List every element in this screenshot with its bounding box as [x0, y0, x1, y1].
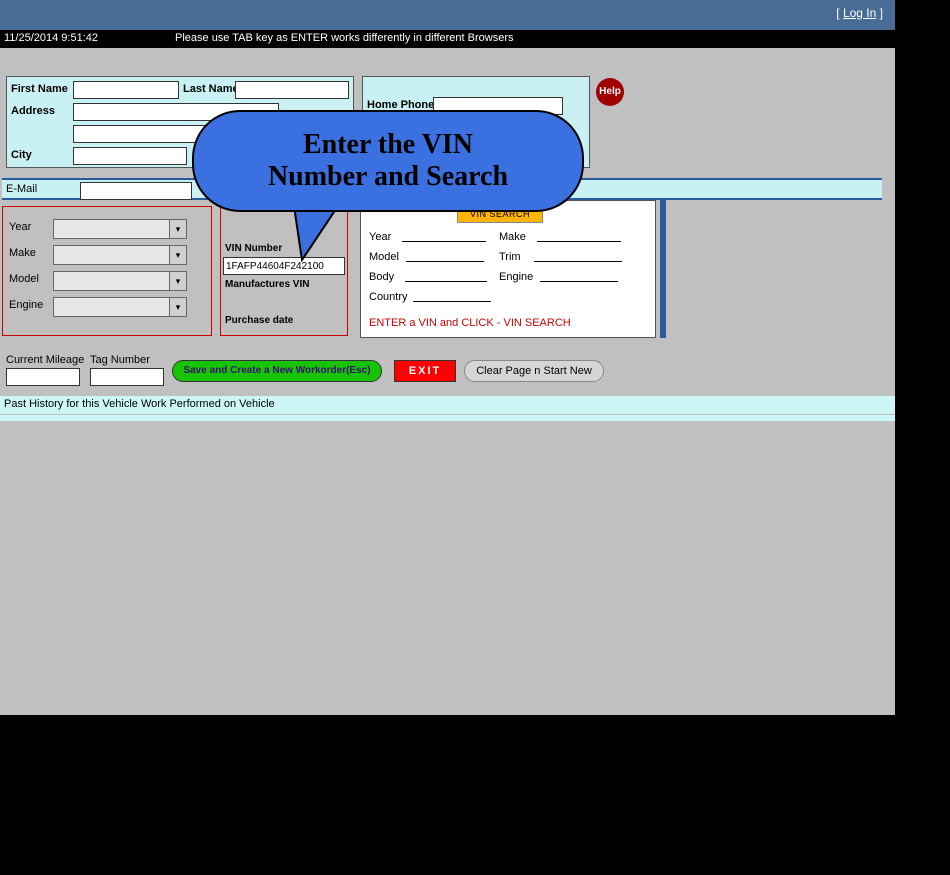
clear-page-button[interactable]: Clear Page n Start New [464, 360, 604, 382]
vin-number-label: VIN Number [225, 243, 282, 254]
first-name-input[interactable] [73, 81, 179, 99]
result-engine-label: Engine [499, 271, 533, 283]
current-mileage-label: Current Mileage [6, 354, 84, 366]
customer-panel: First Name Last Name Address City [6, 76, 354, 168]
vehicle-history-header: Past History for this Vehicle Work Perfo… [0, 396, 895, 414]
vin-search-button[interactable]: VIN SEARCH [457, 205, 543, 223]
phone-panel: Home Phone [362, 76, 590, 168]
home-phone-input[interactable] [433, 97, 563, 115]
email-label: E-Mail [6, 183, 37, 195]
vin-results-panel: VIN SEARCH Year Make Model Trim Body [360, 200, 656, 338]
purchase-date-label: Purchase date [225, 315, 293, 326]
login-link[interactable]: Log In [843, 6, 876, 20]
address1-input[interactable] [73, 103, 279, 121]
city-label: City [11, 149, 32, 161]
result-model-label: Model [369, 251, 399, 263]
vin-panel: VIN Number Manufactures VIN Purchase dat… [220, 206, 348, 336]
last-name-input[interactable] [235, 81, 349, 99]
exit-button[interactable]: EXIT [394, 360, 456, 382]
engine-label: Engine [9, 299, 43, 311]
result-country-label: Country [369, 291, 408, 303]
status-bar: 11/25/2014 9:51:42 Please use TAB key as… [0, 30, 895, 48]
status-timestamp: 11/25/2014 9:51:42 [4, 32, 98, 44]
engine-select[interactable]: ▾ [53, 297, 187, 317]
tag-number-input[interactable] [90, 368, 164, 386]
year-select[interactable]: ▾ [53, 219, 187, 239]
email-input[interactable] [80, 182, 192, 200]
help-button[interactable]: Help [596, 78, 624, 106]
address2-input[interactable] [73, 125, 279, 143]
model-select[interactable]: ▾ [53, 271, 187, 291]
chevron-down-icon[interactable]: ▾ [169, 297, 187, 317]
home-phone-label: Home Phone [367, 99, 434, 111]
current-mileage-input[interactable] [6, 368, 80, 386]
tag-number-label: Tag Number [90, 354, 150, 366]
chevron-down-icon[interactable]: ▾ [169, 245, 187, 265]
model-label: Model [9, 273, 39, 285]
vehicle-panel: Year ▾ Make ▾ Model ▾ Engine ▾ [2, 206, 212, 336]
result-make-label: Make [499, 231, 526, 243]
email-row: E-Mail [2, 178, 882, 200]
vin-search-hint: ENTER a VIN and CLICK - VIN SEARCH [369, 317, 571, 329]
first-name-label: First Name [11, 83, 68, 95]
city-input[interactable] [73, 147, 187, 165]
topbar: [ Log In ] [0, 0, 895, 30]
chevron-down-icon[interactable]: ▾ [169, 219, 187, 239]
save-workorder-button[interactable]: Save and Create a New Workorder(Esc) [172, 360, 382, 382]
app-window: [ Log In ] 11/25/2014 9:51:42 Please use… [0, 0, 895, 715]
chevron-down-icon[interactable]: ▾ [169, 271, 187, 291]
result-year-label: Year [369, 231, 391, 243]
result-body-label: Body [369, 271, 394, 283]
make-label: Make [9, 247, 36, 259]
result-trim-label: Trim [499, 251, 521, 263]
vehicle-history-body [0, 415, 895, 421]
vin-number-input[interactable] [223, 257, 345, 275]
workspace: First Name Last Name Address City Home P… [0, 48, 895, 715]
last-name-label: Last Name [183, 83, 239, 95]
address-label: Address [11, 105, 55, 117]
mfr-vin-label: Manufactures VIN [225, 279, 309, 290]
status-message: Please use TAB key as ENTER works differ… [175, 32, 514, 44]
login-container: [ Log In ] [836, 6, 883, 20]
year-label: Year [9, 221, 31, 233]
results-side-accent [660, 200, 666, 338]
make-select[interactable]: ▾ [53, 245, 187, 265]
